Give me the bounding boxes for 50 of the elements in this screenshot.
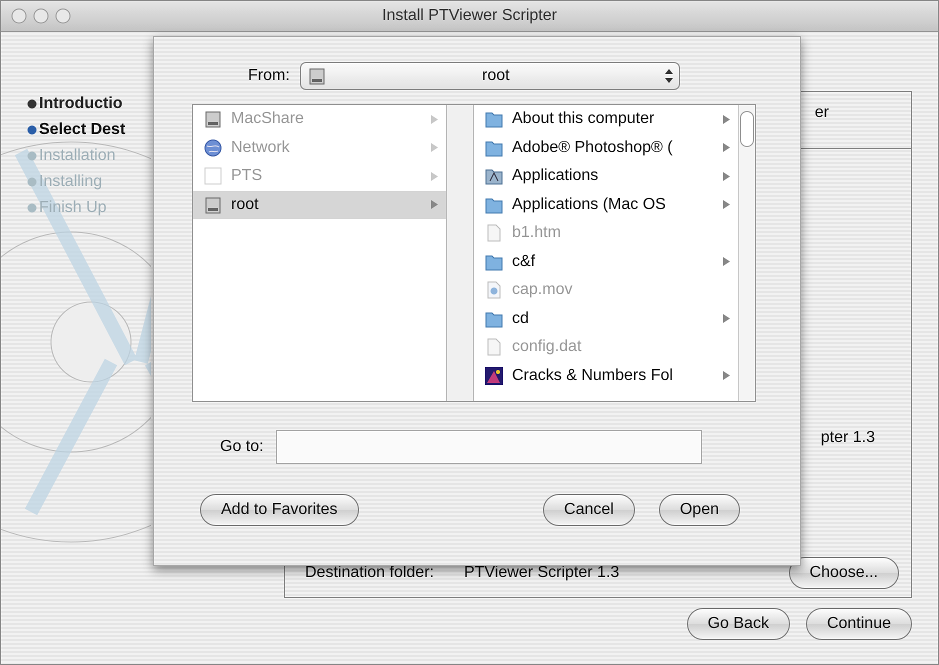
destination-value: PTViewer Scripter 1.3 — [464, 564, 620, 582]
file-item[interactable]: Adobe® Photoshop® ( — [474, 134, 738, 162]
drive-icon — [203, 194, 223, 215]
file-item[interactable]: Applications (Mac OS — [474, 190, 738, 219]
destination-label: Destination folder: — [305, 564, 434, 582]
step-bullet-icon — [27, 98, 37, 108]
file-item[interactable]: Applications — [474, 162, 738, 190]
popup-arrows-icon — [664, 69, 673, 83]
disclosure-arrow-icon — [431, 200, 438, 210]
image-folder-icon — [484, 366, 504, 386]
from-popup[interactable]: root — [300, 62, 680, 90]
step-bullet-icon — [27, 150, 37, 160]
scroll-bar[interactable] — [738, 105, 755, 401]
file-item[interactable]: c&f — [474, 248, 738, 276]
minimize-icon[interactable] — [33, 8, 49, 24]
disclosure-arrow-icon — [723, 143, 730, 152]
step-bullet-icon — [27, 202, 37, 212]
disclosure-arrow-icon — [723, 200, 730, 210]
dialog-button[interactable]: Open — [658, 494, 740, 526]
source-item[interactable]: root — [193, 190, 446, 219]
disclosure-arrow-icon — [723, 257, 730, 266]
dialog-button[interactable]: Add to Favorites — [200, 494, 358, 526]
disclosure-arrow-icon — [431, 143, 438, 152]
go-to-label: Go to: — [220, 438, 264, 456]
disclosure-arrow-icon — [723, 371, 730, 380]
globe-icon — [203, 138, 223, 158]
drive-icon — [203, 109, 223, 130]
disclosure-arrow-icon — [723, 114, 730, 124]
dialog-button[interactable]: Cancel — [543, 494, 635, 526]
choose-button[interactable]: Choose... — [788, 557, 899, 589]
file-item[interactable]: Cracks & Numbers Fol — [474, 362, 738, 390]
window-title: Install PTViewer Scripter — [381, 7, 558, 25]
file-item[interactable]: About this computer — [474, 105, 738, 134]
footer-button[interactable]: Continue — [806, 608, 912, 640]
disclosure-arrow-icon — [723, 314, 730, 324]
from-label: From: — [248, 67, 290, 85]
disclosure-arrow-icon — [431, 114, 438, 124]
disclosure-arrow-icon — [431, 172, 438, 181]
close-icon[interactable] — [11, 8, 27, 24]
go-to-field[interactable] — [276, 430, 702, 464]
file-item[interactable]: cd — [474, 304, 738, 333]
blank-volume-icon — [203, 166, 223, 186]
summary-text: pter 1.3 — [820, 429, 875, 447]
disclosure-arrow-icon — [723, 172, 730, 181]
footer-button[interactable]: Go Back — [686, 608, 790, 640]
zoom-icon[interactable] — [55, 8, 71, 24]
drive-icon — [306, 66, 327, 86]
panel-heading: er — [814, 104, 829, 123]
step-bullet-icon — [27, 124, 37, 134]
step-bullet-icon — [27, 176, 37, 186]
